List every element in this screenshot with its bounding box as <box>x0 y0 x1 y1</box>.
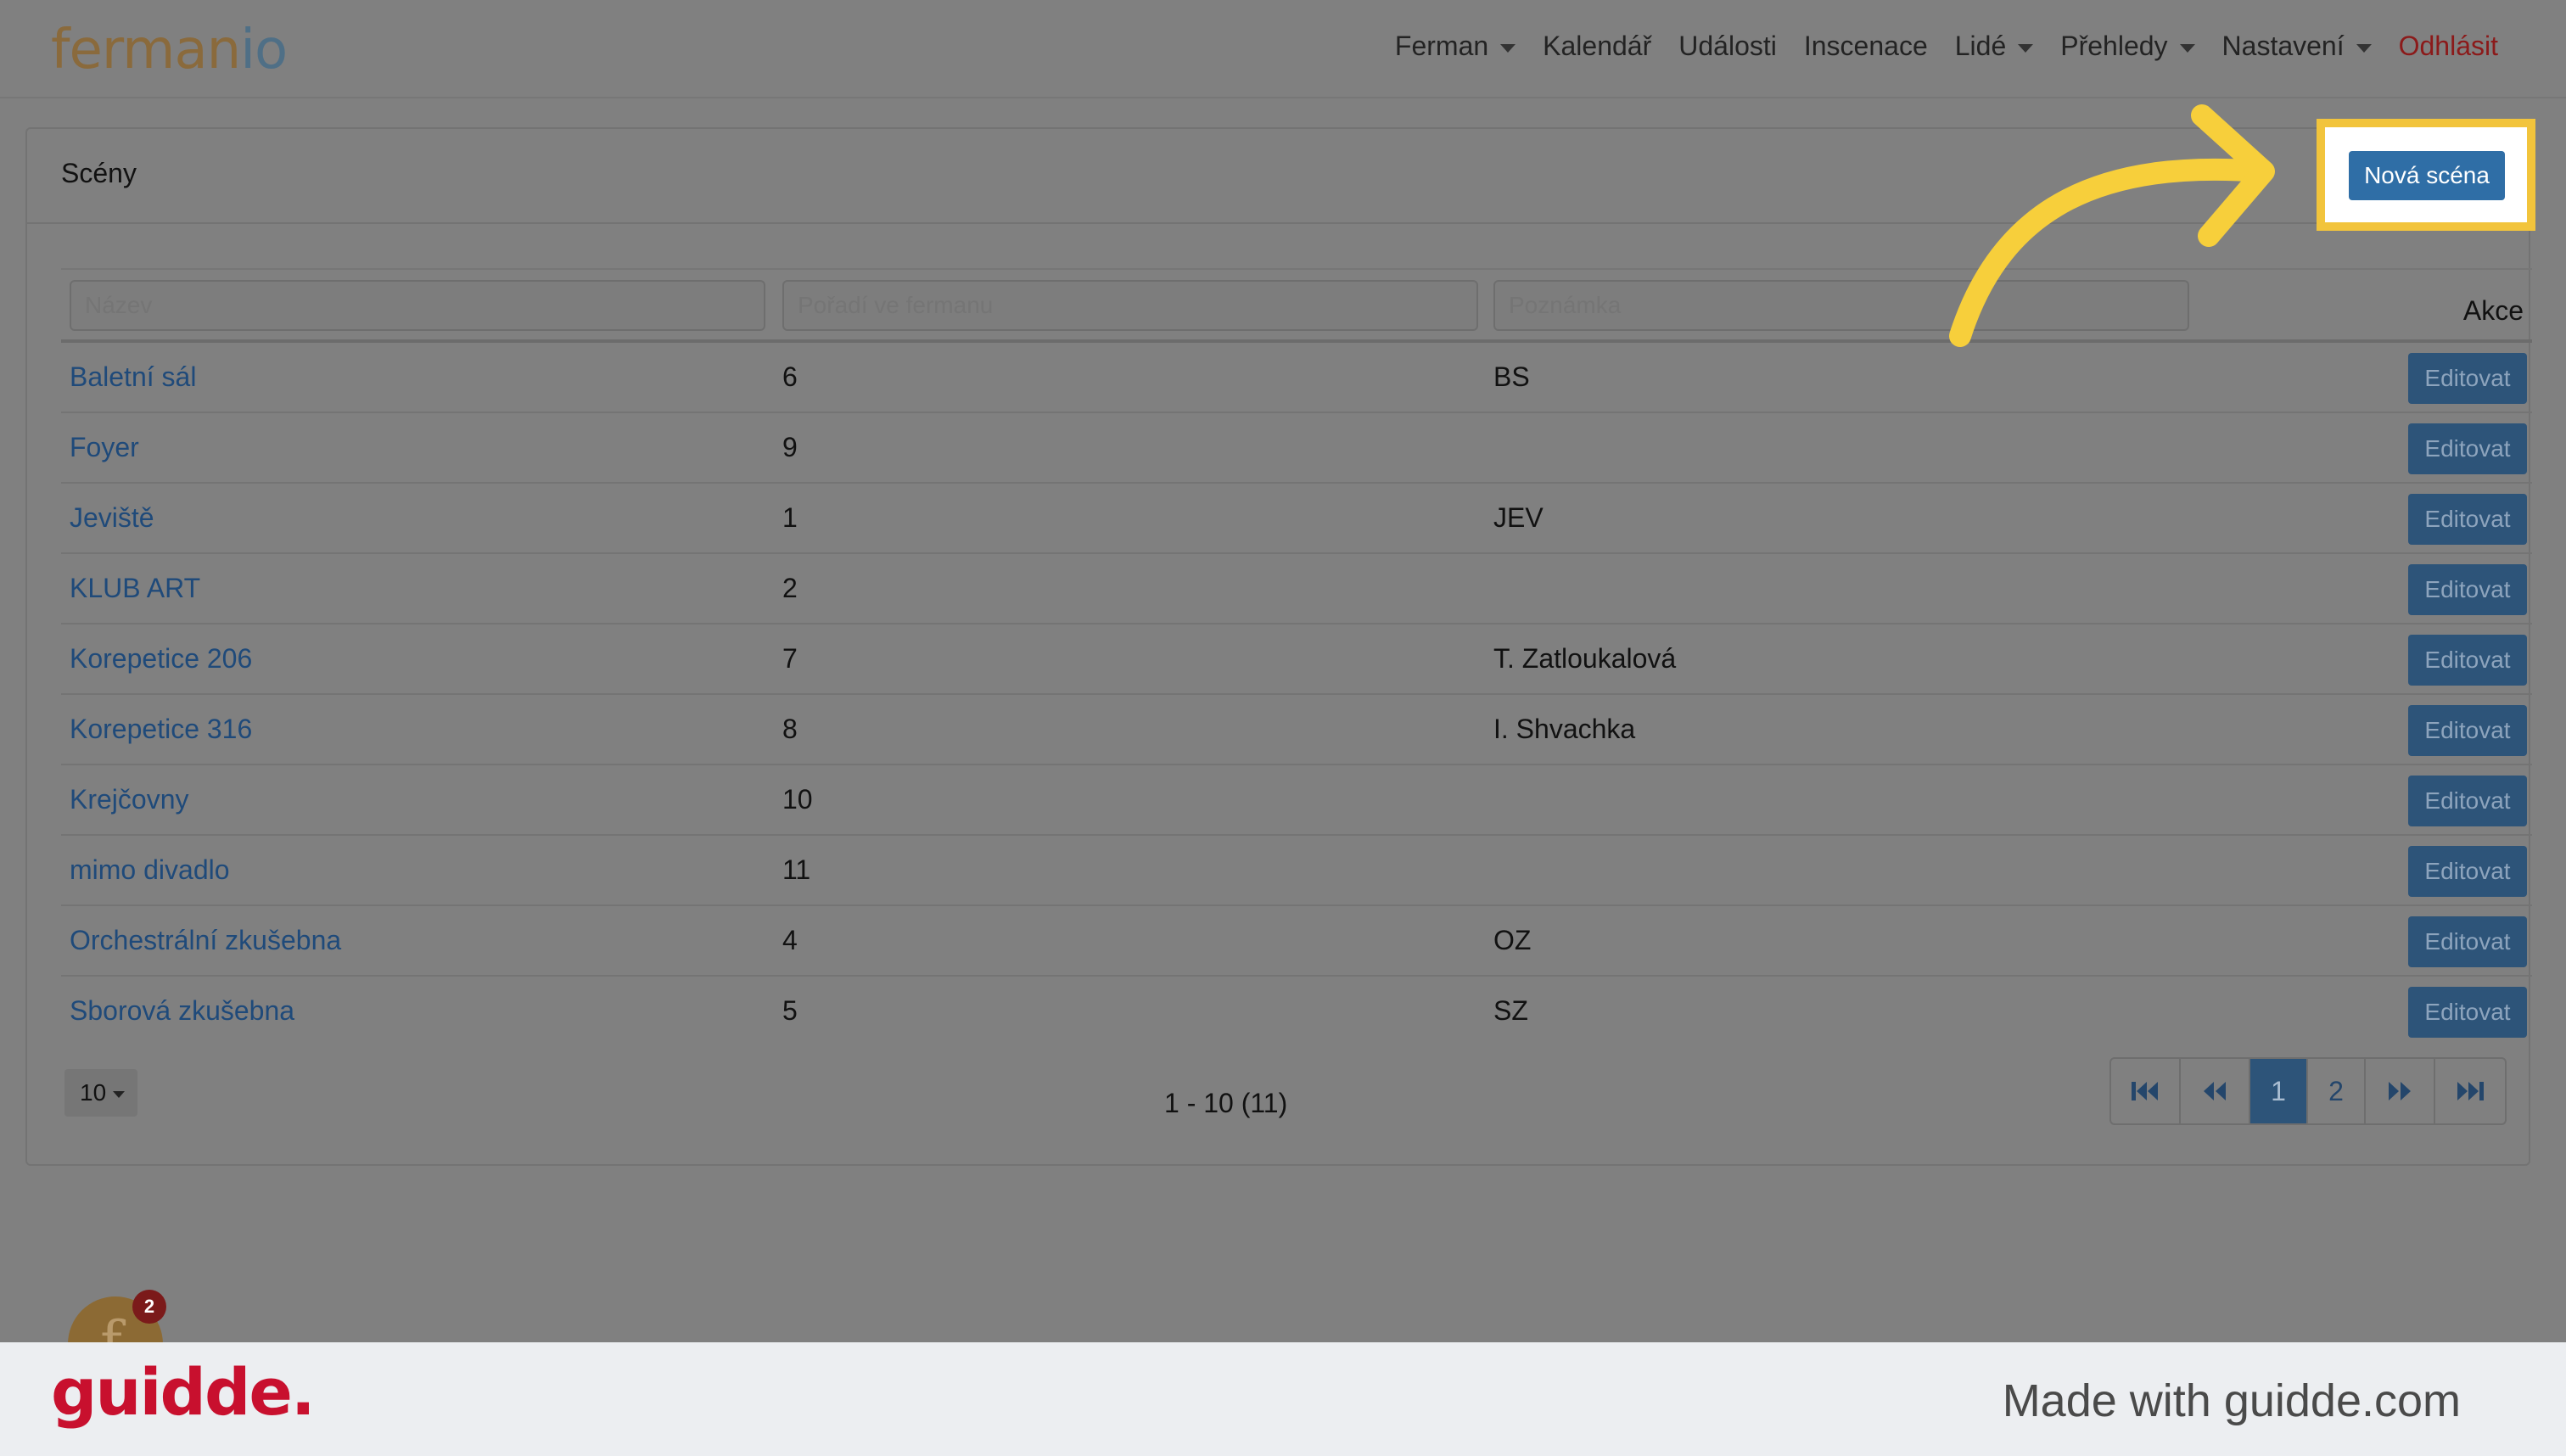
scene-note: JEV <box>1493 502 1544 533</box>
page-size-value: 10 <box>80 1079 107 1106</box>
scene-order: 2 <box>782 573 798 603</box>
scene-order: 7 <box>782 643 798 674</box>
scene-name-link[interactable]: Baletní sál <box>70 361 196 393</box>
app-logo[interactable]: fermanio <box>51 19 288 81</box>
page-title: Scény <box>61 158 137 188</box>
scene-order: 11 <box>782 854 811 885</box>
scene-name-link[interactable]: Korepetice 316 <box>70 714 252 745</box>
scene-note: T. Zatloukalová <box>1493 643 1677 674</box>
scenes-card: Scény Akce Baletní sál 6 BS Editovat Foy… <box>25 127 2532 1166</box>
prev-page-icon <box>2204 1082 2226 1100</box>
actions-column-header: Akce <box>2462 295 2524 326</box>
pagination-range: 1 - 10 (11) <box>1164 1088 1288 1118</box>
scene-name-link[interactable]: mimo divadlo <box>70 854 230 886</box>
scene-note: OZ <box>1493 925 1532 955</box>
table-row: Jeviště 1 JEV Editovat <box>61 484 2532 554</box>
nav-kalendar[interactable]: Kalendář <box>1543 31 1651 62</box>
scene-note: BS <box>1493 361 1530 392</box>
edit-button[interactable]: Editovat <box>2408 494 2527 545</box>
edit-button[interactable]: Editovat <box>2408 776 2527 826</box>
guidde-logo: guidde. <box>51 1354 316 1430</box>
scene-name-link[interactable]: Korepetice 206 <box>70 643 252 675</box>
scene-order: 9 <box>782 432 798 462</box>
scene-name-link[interactable]: Orchestrální zkušebna <box>70 925 341 956</box>
edit-button[interactable]: Editovat <box>2408 564 2527 615</box>
prev-page-button[interactable] <box>2181 1059 2250 1123</box>
note-filter-input[interactable] <box>1493 280 2189 331</box>
card-header: Scény <box>27 129 2529 224</box>
name-filter-input[interactable] <box>70 280 765 331</box>
scene-name-link[interactable]: Sborová zkušebna <box>70 995 294 1027</box>
page-2-button[interactable]: 2 <box>2308 1059 2366 1123</box>
table-row: Sborová zkušebna 5 SZ Editovat <box>61 977 2532 1047</box>
nav-prehledy[interactable]: Přehledy <box>2060 31 2194 62</box>
table-row: Krejčovny 10 Editovat <box>61 765 2532 836</box>
scene-note: SZ <box>1493 995 1528 1026</box>
page-size-select[interactable]: 10 <box>64 1069 137 1117</box>
scene-order: 5 <box>782 995 798 1026</box>
top-navbar: fermanio Ferman Kalendář Události Inscen… <box>0 0 2566 98</box>
edit-button[interactable]: Editovat <box>2408 916 2527 967</box>
scene-name-link[interactable]: KLUB ART <box>70 573 200 604</box>
made-with-text: Made with guidde.com <box>2002 1375 2461 1426</box>
edit-button[interactable]: Editovat <box>2408 705 2527 756</box>
table-row: Orchestrální zkušebna 4 OZ Editovat <box>61 906 2532 977</box>
divider <box>61 268 2532 270</box>
scene-order: 6 <box>782 361 798 392</box>
scene-name-link[interactable]: Jeviště <box>70 502 154 534</box>
scene-note: I. Shvachka <box>1493 714 1636 744</box>
logo-text-1: ferman <box>51 19 241 81</box>
logo-text-2: io <box>240 19 288 81</box>
scene-name-link[interactable]: Krejčovny <box>70 784 189 815</box>
next-page-button[interactable] <box>2366 1059 2435 1123</box>
next-page-icon <box>2389 1082 2411 1100</box>
last-page-icon <box>2457 1082 2484 1100</box>
pagination: 1 2 <box>2109 1057 2507 1125</box>
nav-nastaveni[interactable]: Nastavení <box>2222 31 2372 62</box>
table-row: Foyer 9 Editovat <box>61 413 2532 484</box>
table-row: Korepetice 316 8 I. Shvachka Editovat <box>61 695 2532 765</box>
scene-order: 10 <box>782 784 813 815</box>
footer-banner: guidde. Made with guidde.com <box>0 1342 2566 1456</box>
new-scene-button[interactable]: Nová scéna <box>2349 151 2505 200</box>
order-filter-input[interactable] <box>782 280 1478 331</box>
table-row: Baletní sál 6 BS Editovat <box>61 343 2532 413</box>
main-nav: Ferman Kalendář Události Inscenace Lidé … <box>1395 31 2498 62</box>
scene-order: 8 <box>782 714 798 744</box>
table-row: Korepetice 206 7 T. Zatloukalová Editova… <box>61 624 2532 695</box>
edit-button[interactable]: Editovat <box>2408 987 2527 1038</box>
edit-button[interactable]: Editovat <box>2408 635 2527 686</box>
scene-order: 4 <box>782 925 798 955</box>
last-page-button[interactable] <box>2435 1059 2505 1123</box>
table-row: KLUB ART 2 Editovat <box>61 554 2532 624</box>
first-page-icon <box>2132 1082 2158 1100</box>
nav-inscenace[interactable]: Inscenace <box>1804 31 1928 62</box>
scene-order: 1 <box>782 502 798 533</box>
logout-link[interactable]: Odhlásit <box>2399 31 2498 62</box>
table-row: mimo divadlo 11 Editovat <box>61 836 2532 906</box>
scene-name-link[interactable]: Foyer <box>70 432 139 463</box>
edit-button[interactable]: Editovat <box>2408 423 2527 474</box>
edit-button[interactable]: Editovat <box>2408 353 2527 404</box>
edit-button[interactable]: Editovat <box>2408 846 2527 897</box>
nav-udalosti[interactable]: Události <box>1678 31 1777 62</box>
nav-ferman[interactable]: Ferman <box>1395 31 1516 62</box>
notification-count-badge: 2 <box>132 1290 166 1324</box>
nav-lide[interactable]: Lidé <box>1955 31 2034 62</box>
first-page-button[interactable] <box>2111 1059 2181 1123</box>
page-1-button[interactable]: 1 <box>2250 1059 2308 1123</box>
